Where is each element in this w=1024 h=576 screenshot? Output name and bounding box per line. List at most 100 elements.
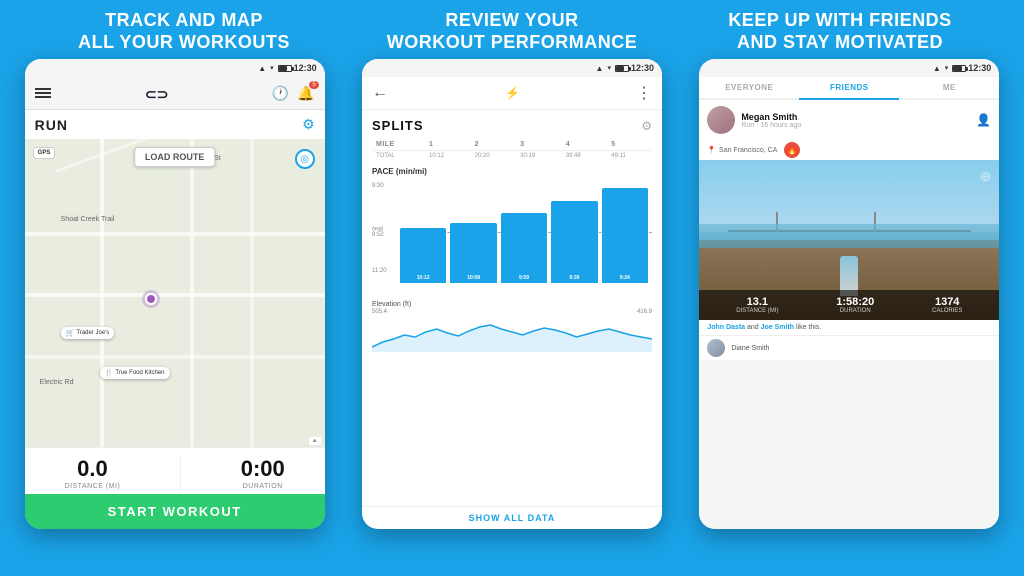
- battery-icon-3: [952, 65, 966, 72]
- more-options-button[interactable]: ⋮: [636, 83, 652, 103]
- bar-4: 9:39: [551, 201, 597, 283]
- location-pin-icon: 📍: [707, 146, 716, 154]
- phone3: ▲ ▾ 12:30 EVERYONE FRIENDS ME Megan: [699, 59, 999, 529]
- status-icons-1: ▲ ▾ 12:30: [258, 63, 316, 73]
- splits-header: SPLITS ⚙: [372, 118, 652, 133]
- clock-icon[interactable]: 🕐: [272, 85, 289, 102]
- total-label: TOTAL: [372, 151, 425, 162]
- col-header-4: 4: [562, 139, 608, 151]
- post-header: Megan Smith Run · 16 hours ago 👤: [699, 100, 999, 140]
- wifi-icon-1: ▾: [270, 64, 274, 72]
- tab-everyone[interactable]: EVERYONE: [699, 77, 799, 98]
- avatar-image: [707, 106, 735, 134]
- col-header-5: 5: [607, 139, 652, 151]
- status-bar-3: ▲ ▾ 12:30: [699, 59, 999, 77]
- col-header-1: 1: [425, 139, 471, 151]
- panel3-title: KEEP UP WITH FRIENDSAND STAY MOTIVATED: [676, 10, 1004, 53]
- poi-label-2: True Food Kitchen: [115, 370, 164, 376]
- liker-1[interactable]: John Dasta: [707, 324, 745, 331]
- commenter-name: Diane Smith: [731, 345, 769, 352]
- stat-divider: [180, 456, 181, 490]
- road-v3: [250, 139, 254, 447]
- show-all-data-button[interactable]: SHOW ALL DATA: [469, 513, 556, 523]
- battery-icon-1: [276, 65, 292, 72]
- phones-container: ▲ ▾ 12:30 ⊂⊃ 🕐 🔔: [0, 59, 1024, 529]
- distance-value: 0.0: [65, 456, 121, 482]
- nav-icons-1: 🕐 🔔 5: [272, 85, 315, 102]
- col-header-3: 3: [516, 139, 562, 151]
- bar-fill-2: [450, 223, 496, 283]
- show-all-data-section: SHOW ALL DATA: [362, 506, 662, 529]
- tab-friends[interactable]: FRIENDS: [799, 77, 899, 100]
- settings-icon[interactable]: ⚙: [302, 116, 315, 133]
- phone1: ▲ ▾ 12:30 ⊂⊃ 🕐 🔔: [25, 59, 325, 529]
- total-val-2: 20:20: [471, 151, 517, 162]
- post-duration-val: 1:58:20: [836, 296, 874, 308]
- svg-text:⊂⊃: ⊂⊃: [145, 86, 168, 102]
- road-h1: [25, 232, 325, 236]
- bar-fill-3: [501, 213, 547, 283]
- signal-icon-3: ▲: [933, 64, 941, 73]
- post-author: Megan Smith: [741, 112, 970, 122]
- map-label-3: Electric Rd: [40, 379, 74, 386]
- wifi-icon-2: ▾: [607, 64, 611, 72]
- post-distance-val: 13.1: [736, 296, 778, 308]
- road-v2: [190, 139, 194, 447]
- run-header: RUN ⚙: [25, 110, 325, 139]
- duration-stat: 0:00 DURATION: [241, 456, 285, 490]
- bar-5: 9:24: [602, 188, 648, 283]
- ua-logo: ⊂⊃: [145, 83, 177, 103]
- total-val-3: 30:19: [516, 151, 562, 162]
- ua-watermark: ⊕: [980, 168, 992, 185]
- battery-icon-2: [615, 65, 629, 72]
- tab-me[interactable]: ME: [899, 77, 999, 98]
- post-duration-lbl: DURATION: [836, 308, 874, 314]
- post-location: 📍 San Francisco, CA 🔥: [699, 140, 999, 160]
- notification-badge: 5: [309, 81, 318, 89]
- ua-logo-svg: ⊂⊃: [145, 83, 177, 103]
- duration-value: 0:00: [241, 456, 285, 482]
- avg-line-label: (avg): [372, 226, 383, 232]
- total-val-1: 10:12: [425, 151, 471, 162]
- post-stats-overlay: 13.1 DISTANCE (MI) 1:58:20 DURATION 1374…: [699, 290, 999, 320]
- elevation-chart: [372, 317, 652, 352]
- hamburger-menu[interactable]: [35, 88, 51, 98]
- status-icons-3: ▲ ▾ 12:30: [933, 63, 991, 73]
- comment-row: Diane Smith: [699, 335, 999, 360]
- author-avatar: [707, 106, 735, 134]
- total-val-5: 49:11: [607, 151, 652, 162]
- bar-fill-5: [602, 188, 648, 283]
- y-label-top: 9:30: [372, 183, 384, 189]
- map-label-1: Shoal Creek Trail: [61, 216, 115, 223]
- liker-2[interactable]: Joe Smith: [761, 324, 794, 331]
- status-time-1: 12:30: [294, 63, 317, 73]
- elevation-svg: [372, 317, 652, 352]
- kudos-button[interactable]: 🔥: [784, 142, 800, 158]
- y-label-bot: 11:20: [372, 268, 387, 274]
- post-calories-val: 1374: [932, 296, 962, 308]
- back-button[interactable]: ←: [372, 84, 388, 102]
- post-distance-lbl: DISTANCE (MI): [736, 308, 778, 314]
- status-time-3: 12:30: [968, 63, 991, 73]
- splits-content: SPLITS ⚙ MILE 1 2 3 4 5 TOTAL 10:12 20:2…: [362, 110, 662, 506]
- splits-gear-icon[interactable]: ⚙: [641, 119, 652, 133]
- locate-me-button[interactable]: ◎: [295, 149, 315, 169]
- follow-icon[interactable]: 👤: [976, 113, 991, 127]
- gps-box: GPS: [33, 147, 56, 159]
- start-workout-button[interactable]: START WORKOUT: [25, 494, 325, 529]
- commenter-avatar: [707, 339, 725, 357]
- distance-stat: 0.0 DISTANCE (MI): [65, 456, 121, 490]
- run-label: RUN: [35, 117, 68, 133]
- splits-table: MILE 1 2 3 4 5 TOTAL 10:12 20:20 30:19 3…: [372, 139, 652, 161]
- signal-icon-2: ▲: [596, 64, 604, 73]
- map-container[interactable]: Shoal Creek Trail W 33rd St Electric Rd …: [25, 139, 325, 447]
- load-route-button[interactable]: LOAD ROUTE: [134, 147, 216, 167]
- post-stat-calories: 1374 CALORIES: [932, 296, 962, 314]
- col-header-mile: MILE: [372, 139, 425, 151]
- distance-label: DISTANCE (MI): [65, 483, 121, 490]
- road-h2: [25, 293, 325, 297]
- post-image: ⊕ 13.1 DISTANCE (MI) 1:58:20 DURATION 13…: [699, 160, 999, 320]
- ua-logo-2: ⚡: [505, 86, 519, 100]
- col-header-2: 2: [471, 139, 517, 151]
- bell-icon[interactable]: 🔔 5: [297, 85, 314, 102]
